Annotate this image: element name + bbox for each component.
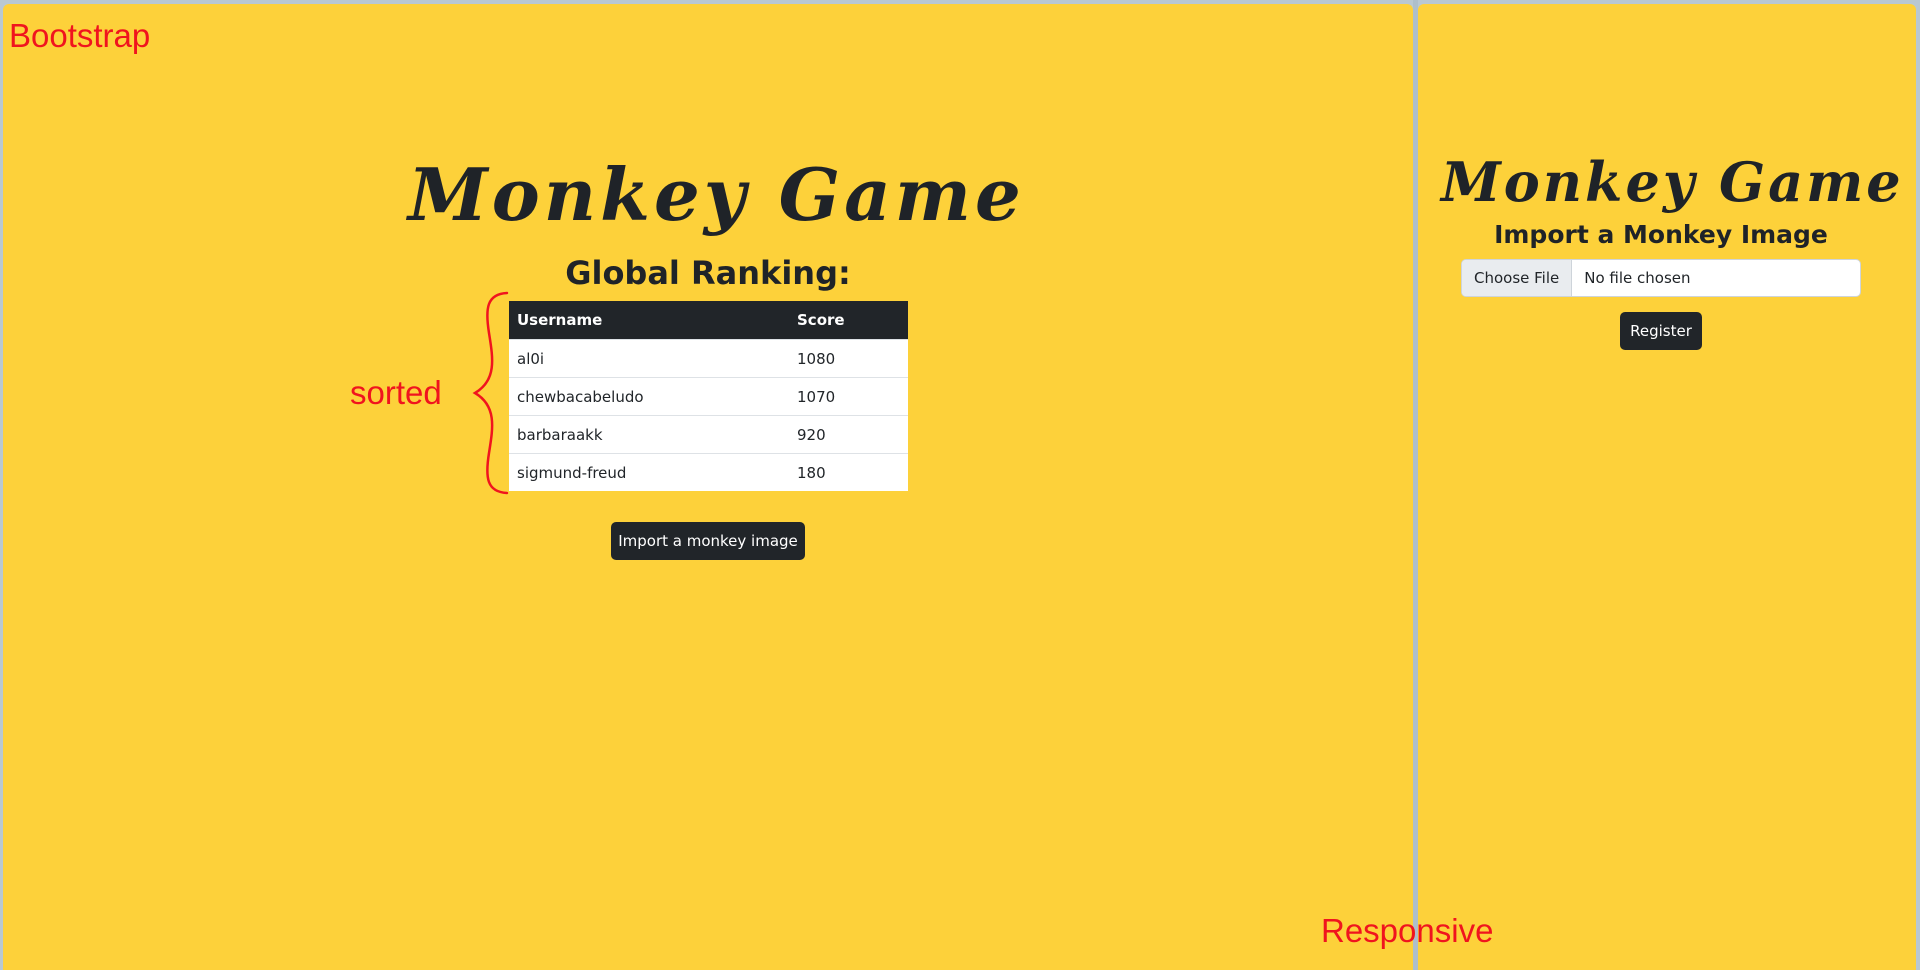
page-title: Monkey Game: [408, 152, 1025, 237]
username-cell: chewbacabeludo: [509, 377, 789, 416]
table-row: al0i 1080: [509, 339, 908, 378]
table-row: chewbacabeludo 1070: [509, 377, 908, 416]
column-header-username: Username: [509, 301, 789, 340]
score-cell: 1080: [789, 339, 908, 378]
table-row: sigmund-freud 180: [509, 453, 908, 491]
sorted-brace-annotation: [472, 291, 509, 495]
mobile-page-title: Monkey Game: [1441, 150, 1904, 214]
import-heading: Import a Monkey Image: [1494, 220, 1828, 249]
username-cell: sigmund-freud: [509, 453, 789, 491]
register-button[interactable]: Register: [1620, 312, 1702, 350]
choose-file-button[interactable]: Choose File: [1462, 260, 1573, 296]
mobile-view-panel: [1418, 4, 1916, 970]
score-cell: 920: [789, 415, 908, 454]
file-chooser-input[interactable]: Choose File No file chosen: [1461, 259, 1861, 297]
file-chosen-status: No file chosen: [1584, 269, 1691, 287]
table-header-row: Username Score: [509, 301, 908, 340]
import-monkey-image-button[interactable]: Import a monkey image: [611, 522, 805, 560]
username-cell: barbaraakk: [509, 415, 789, 454]
annotation-bootstrap: Bootstrap: [9, 17, 151, 54]
annotation-responsive: Responsive: [1321, 912, 1494, 949]
ranking-heading: Global Ranking:: [565, 254, 851, 292]
score-cell: 180: [789, 453, 908, 491]
username-cell: al0i: [509, 339, 789, 378]
column-header-score: Score: [789, 301, 908, 340]
table-row: barbaraakk 920: [509, 415, 908, 454]
annotation-sorted: sorted: [350, 374, 442, 411]
score-cell: 1070: [789, 377, 908, 416]
global-ranking-table: Username Score al0i 1080 chewbacabeludo …: [509, 301, 908, 491]
